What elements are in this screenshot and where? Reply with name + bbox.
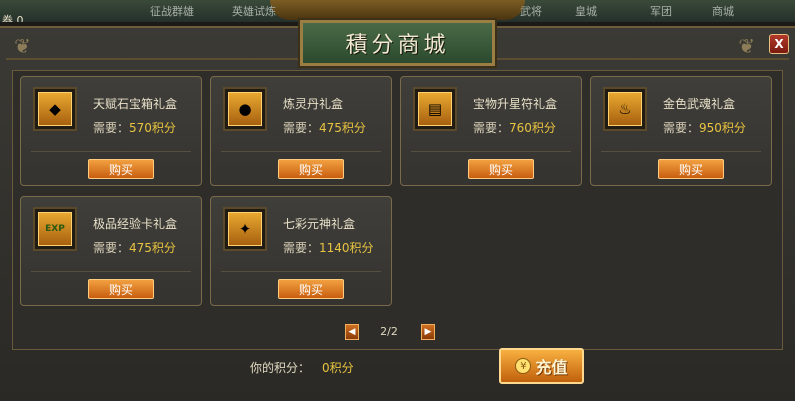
flame-icon: ♨ [608,92,642,126]
gem-icon: ◆ [38,92,72,126]
scroll-ornament-icon: ❦ [14,34,31,58]
item-thumbnail: ● [223,87,267,131]
topbar-hint: 皇城 [575,5,597,18]
buy-button[interactable]: 购买 [658,159,724,179]
card-divider [411,151,571,152]
card-divider [31,271,191,272]
item-name: 七彩元神礼盒 [283,217,356,231]
card-divider [221,271,381,272]
shop-item-card: ▤ 宝物升星符礼盒 需要：760积分 购买 [400,76,582,186]
voucher-count: 券 0 [2,14,24,22]
topbar-hint: 武将 [520,5,542,18]
item-thumbnail: ◆ [33,87,77,131]
recharge-button[interactable]: ¥ 充值 [499,348,584,384]
buy-button[interactable]: 购买 [88,159,154,179]
item-name: 天赋石宝箱礼盒 [93,97,178,111]
item-name: 金色武魂礼盒 [663,97,736,111]
item-cost: 需要：475积分 [283,121,366,135]
item-cost: 需要：1140积分 [283,241,374,255]
topbar-hint: 商城 [712,5,734,18]
buy-button[interactable]: 购买 [88,279,154,299]
item-thumbnail: ▤ [413,87,457,131]
item-name: 炼灵丹礼盒 [283,97,344,111]
palace-roof-decoration [270,0,525,20]
item-cost: 需要：760积分 [473,121,556,135]
close-button[interactable]: X [769,34,789,54]
shop-item-card: ◆ 天赋石宝箱礼盒 需要：570积分 购买 [20,76,202,186]
next-page-button[interactable]: ▶ [421,324,435,340]
score-label: 你的积分： [250,361,311,375]
talisman-icon: ▤ [418,92,452,126]
scroll-ornament-icon: ❦ [738,34,755,58]
recharge-label: 充值 [535,358,568,377]
topbar-hint: 军团 [650,5,672,18]
page-indicator: 2/2 [380,325,398,338]
card-divider [221,151,381,152]
shop-item-card: ✦ 七彩元神礼盒 需要：1140积分 购买 [210,196,392,306]
item-name: 极品经验卡礼盒 [93,217,178,231]
pill-icon: ● [228,92,262,126]
shop-item-card: ● 炼灵丹礼盒 需要：475积分 购买 [210,76,392,186]
buy-button[interactable]: 购买 [468,159,534,179]
buy-button[interactable]: 购买 [278,279,344,299]
topbar-hint: 征战群雄 [150,5,194,18]
item-thumbnail: EXP [33,207,77,251]
exp-card-icon: EXP [38,212,72,246]
topbar-hint: 英雄试炼 [232,5,276,18]
item-thumbnail: ♨ [603,87,647,131]
buy-button[interactable]: 购买 [278,159,344,179]
shop-item-card: EXP 极品经验卡礼盒 需要：475积分 购买 [20,196,202,306]
item-cost: 需要：950积分 [663,121,746,135]
shop-item-card: ♨ 金色武魂礼盒 需要：950积分 购买 [590,76,772,186]
window-title: 積分商城 [345,33,450,58]
item-thumbnail: ✦ [223,207,267,251]
pagination: ◀ 2/2 ▶ [345,324,435,340]
spirit-orb-icon: ✦ [228,212,262,246]
card-divider [601,151,761,152]
item-name: 宝物升星符礼盒 [473,97,558,111]
item-cost: 需要：570积分 [93,121,176,135]
card-divider [31,151,191,152]
prev-page-button[interactable]: ◀ [345,324,359,340]
item-cost: 需要：475积分 [93,241,176,255]
scene-topbar: 征战群雄 英雄试炼 武将 皇城 军团 商城 券 0 [0,0,795,22]
coin-icon: ¥ [515,358,532,374]
score-value: 0积分 [322,361,354,375]
window-title-plaque: 積分商城 [300,20,495,66]
